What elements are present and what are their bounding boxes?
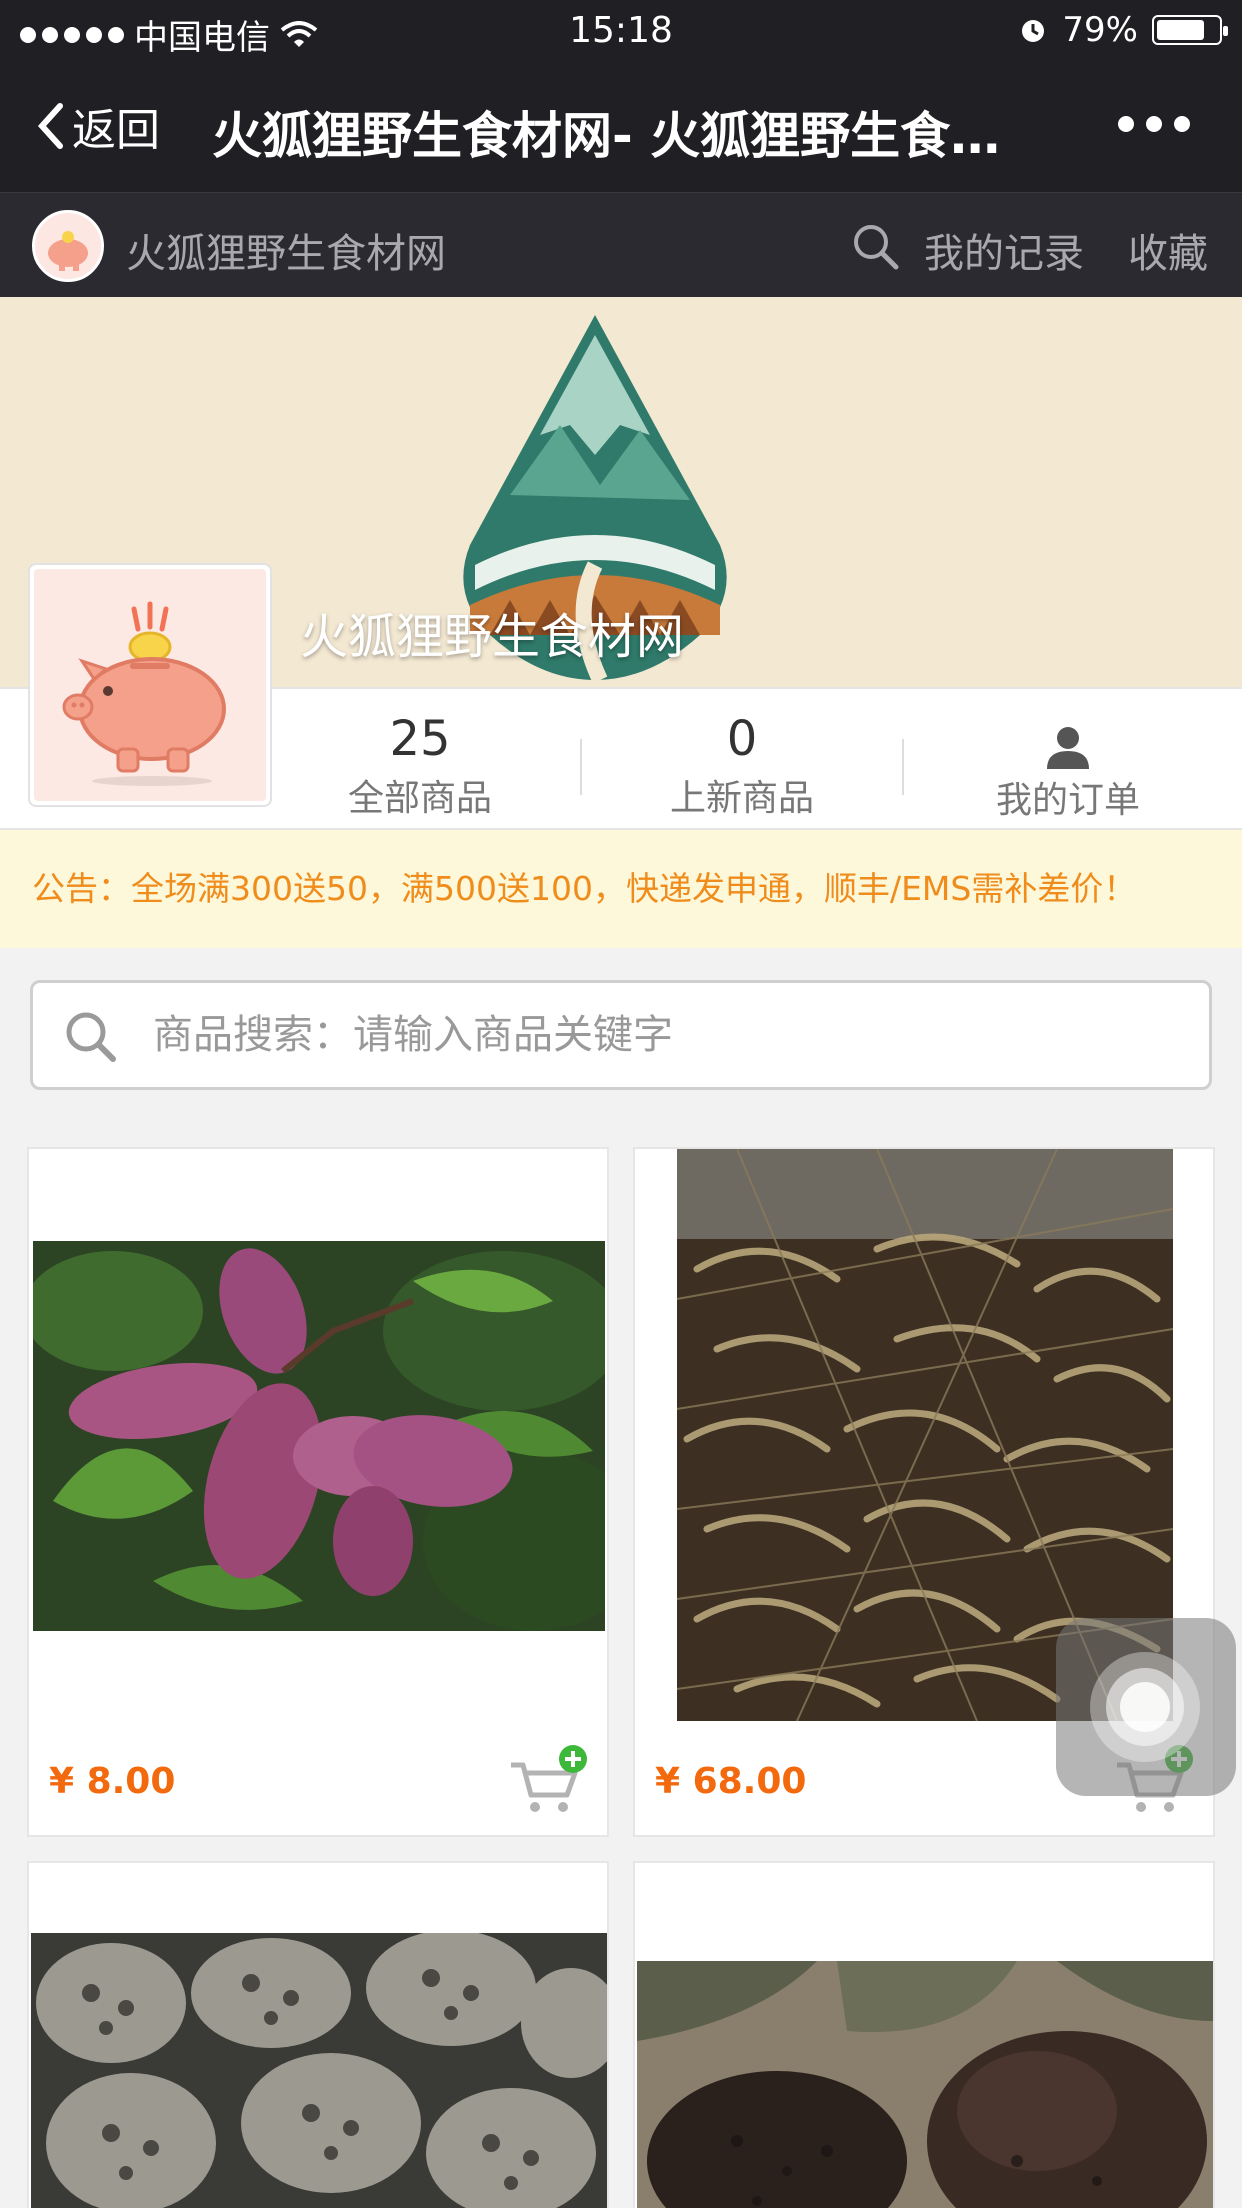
product-card[interactable]: ¥ 8.00: [27, 1147, 609, 1837]
shop-avatar[interactable]: [32, 210, 104, 282]
morel-mushrooms-image: [31, 1933, 607, 2208]
new-products-label: 上新商品: [669, 778, 814, 819]
nav-bar: 返回 火狐狸野生食材网- 火狐狸野生食…: [0, 60, 1242, 192]
new-products-count: 0: [726, 711, 758, 767]
page-title: 火狐狸野生食材网- 火狐狸野生食…: [212, 107, 1001, 165]
orders-icon-wrap: [918, 711, 1218, 769]
new-products-stat[interactable]: 0 上新商品: [592, 711, 892, 821]
black-truffles-image: [637, 1961, 1213, 2208]
shop-name[interactable]: 火狐狸野生食材网: [126, 221, 446, 279]
product-image[interactable]: [33, 1241, 605, 1631]
purple-wild-fruit-image: [33, 1241, 605, 1631]
piggy-bank-icon: [48, 231, 88, 271]
back-button[interactable]: 返回: [36, 94, 160, 158]
user-icon: [1047, 727, 1089, 769]
add-to-cart-icon[interactable]: [507, 1743, 591, 1817]
store-avatar[interactable]: [28, 563, 272, 807]
all-products-stat[interactable]: 25 全部商品: [270, 711, 570, 821]
product-image[interactable]: [31, 1933, 607, 2208]
product-price: ¥ 68.00: [655, 1761, 807, 1802]
status-right: 79%: [1018, 10, 1228, 50]
all-products-label: 全部商品: [347, 778, 492, 819]
chevron-left-icon: [37, 103, 63, 149]
search-input[interactable]: [153, 983, 1193, 1087]
all-products-count: 25: [389, 711, 451, 767]
product-card[interactable]: [27, 1861, 609, 2208]
product-price: ¥ 8.00: [49, 1761, 176, 1802]
battery-percent: 79%: [1062, 10, 1138, 50]
my-orders-stat[interactable]: 我的订单: [918, 711, 1218, 823]
piggy-bank-icon: [62, 601, 226, 786]
search-icon: [66, 1012, 116, 1062]
search-icon[interactable]: [850, 221, 900, 271]
product-card[interactable]: [633, 1861, 1215, 2208]
banner-shop-title: 火狐狸野生食材网: [300, 609, 685, 665]
status-bar: 中国电信 15:18 79%: [0, 0, 1242, 60]
favorites-link[interactable]: 收藏: [1128, 221, 1208, 279]
my-records-link[interactable]: 我的记录: [924, 221, 1084, 279]
product-image[interactable]: [637, 1961, 1213, 2208]
battery-icon: [1152, 15, 1228, 45]
stat-divider: [902, 739, 904, 795]
alarm-icon: [1022, 20, 1045, 42]
product-search-box[interactable]: [30, 980, 1212, 1090]
stat-divider: [580, 739, 582, 795]
more-dots-icon[interactable]: [1118, 116, 1190, 132]
shop-header-bar: 火狐狸野生食材网 我的记录 收藏: [0, 192, 1242, 297]
back-label: 返回: [72, 105, 160, 156]
my-orders-label: 我的订单: [995, 780, 1140, 821]
announcement-banner: 公告：全场满300送50，满500送100，快递发申通，顺丰/EMS需补差价！: [0, 830, 1242, 948]
assistive-touch-button[interactable]: [1056, 1618, 1236, 1796]
